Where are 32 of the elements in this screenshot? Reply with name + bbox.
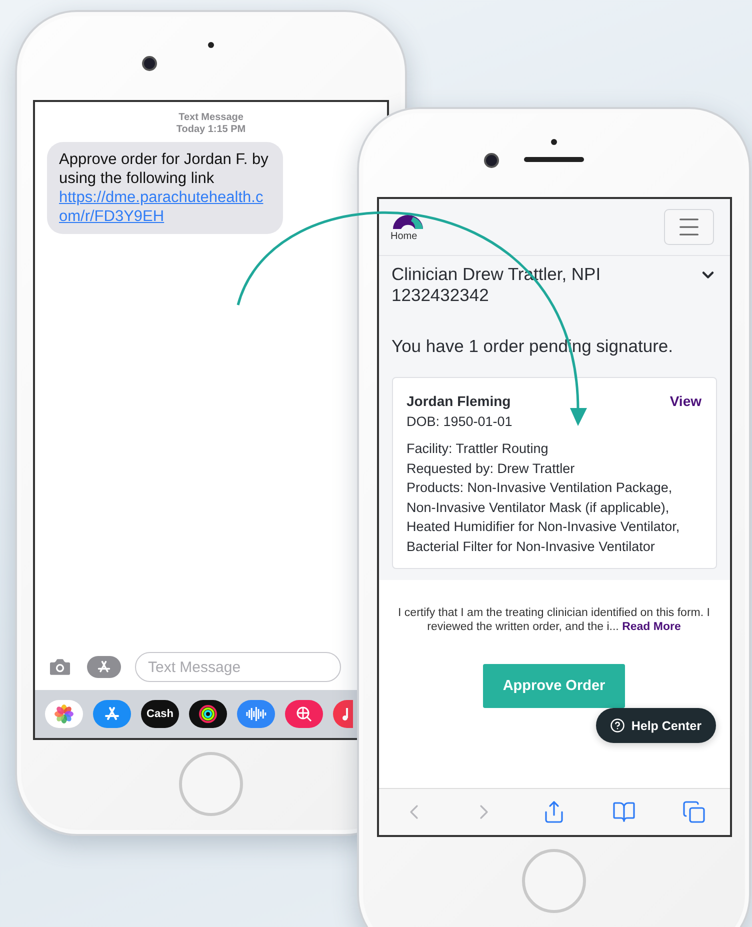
home-label[interactable]: Home — [390, 230, 418, 242]
order-detail: Products: Non-Invasive Ventilation Package, Non-Invasive Ventilator Mask (if applicable), Heated Humidifier for Non-Invasive Ventilator, Bacterial Filter for Non-Invasive Ventilator — [406, 479, 681, 556]
photos-app-icon[interactable] — [45, 700, 83, 728]
message-input-field[interactable]: Text Message — [135, 652, 341, 682]
message-bubble: Approve order for Jordan F. by using the following link https://dme.parachutehealth.com/r/FD3Y9EH — [47, 142, 283, 234]
book-icon[interactable] — [612, 800, 636, 824]
read-more-link[interactable]: Read More — [622, 621, 681, 633]
music-app-icon[interactable] — [333, 700, 353, 728]
logo-icon[interactable] — [390, 212, 424, 228]
menu-button[interactable] — [664, 209, 714, 245]
sensor-dot — [208, 42, 214, 48]
front-camera — [142, 56, 157, 71]
cash-app-icon[interactable]: Cash — [141, 700, 179, 728]
globe-search-icon[interactable] — [285, 700, 323, 728]
message-time: Today 1:15 PM — [176, 124, 246, 136]
app-store-icon[interactable] — [87, 656, 121, 678]
order-detail: Requested by: Drew Trattler — [406, 460, 576, 478]
patient-name: Jordan Fleming — [406, 392, 511, 411]
certification-text: I certify that I am the treating clinician identified on this form. I reviewed the written order, and the i... Read More — [397, 606, 711, 634]
help-icon — [610, 718, 626, 733]
sound-wave-icon[interactable] — [237, 700, 275, 728]
help-center-button[interactable]: Help Center — [596, 708, 716, 743]
activity-rings-icon[interactable] — [189, 700, 227, 728]
app-store-icon[interactable] — [93, 700, 131, 728]
order-dob: DOB: 1950-01-01 — [406, 412, 514, 430]
order-detail: Facility: Trattler Routing — [406, 440, 550, 458]
sensor-dot — [551, 139, 557, 145]
front-camera — [484, 153, 499, 168]
earpiece-speaker — [524, 157, 584, 162]
conversation-title: Text Message — [178, 112, 244, 124]
tabs-icon[interactable] — [682, 800, 706, 824]
view-link[interactable]: View — [670, 392, 702, 412]
